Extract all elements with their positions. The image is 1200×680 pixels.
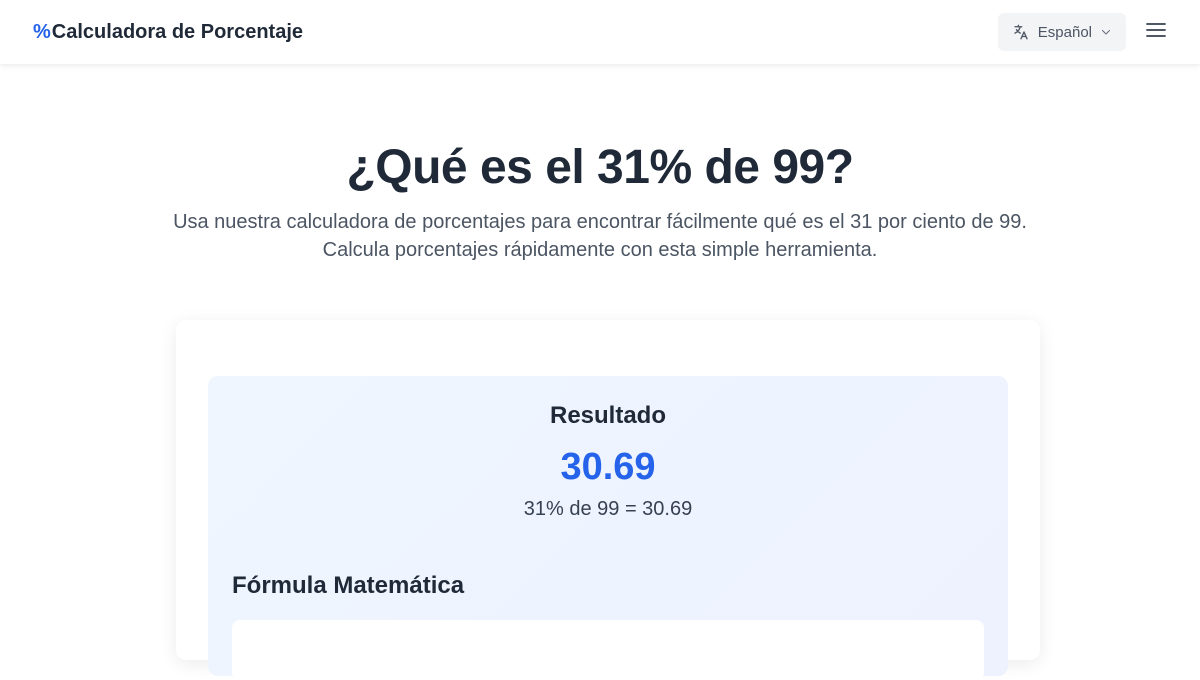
result-equation: 31% de 99 = 30.69 — [523, 498, 693, 520]
page-title: ¿Qué es el 31% de 99? — [346, 141, 854, 194]
language-label: Español — [1037, 23, 1092, 41]
result-value: 30.69 — [560, 446, 656, 488]
header-actions: Español — [997, 13, 1168, 51]
language-selector-button[interactable]: Español — [997, 13, 1126, 51]
top-navbar: % Calculadora de Porcentaje Español — [0, 0, 1200, 64]
formula-box — [232, 620, 984, 680]
page-subtitle: Usa nuestra calculadora de porcentajes p… — [173, 211, 1027, 261]
hamburger-menu-button[interactable] — [1144, 20, 1168, 44]
translate-icon — [1012, 23, 1030, 41]
chevron-down-icon — [1100, 26, 1112, 38]
hero-section: ¿Qué es el 31% de 99? Usa nuestra calcul… — [0, 140, 1200, 264]
formula-heading: Fórmula Matemática — [232, 572, 465, 599]
percent-logo-icon: % — [33, 20, 51, 43]
hamburger-menu-icon — [1146, 22, 1166, 43]
brand-logo-link[interactable]: % Calculadora de Porcentaje — [33, 21, 303, 44]
result-panel: Resultado 30.69 31% de 99 = 30.69 Fórmul… — [208, 376, 1008, 680]
calculator-card: Resultado 30.69 31% de 99 = 30.69 Fórmul… — [176, 320, 1040, 680]
result-heading: Resultado — [549, 402, 666, 429]
brand-name: Calculadora de Porcentaje — [51, 20, 303, 43]
